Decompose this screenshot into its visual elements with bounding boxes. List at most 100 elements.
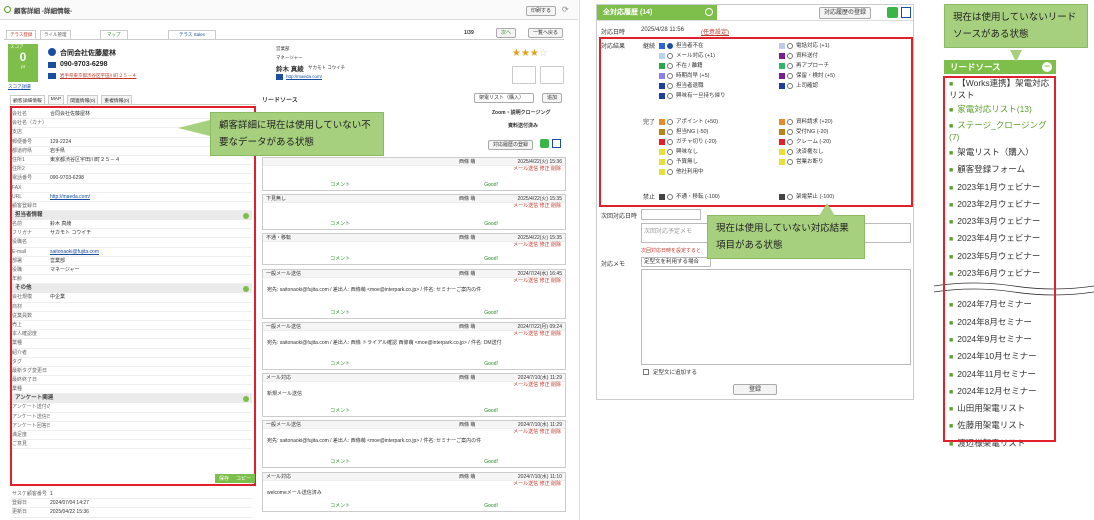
delete-link[interactable]: 削除	[551, 203, 561, 209]
delete-link[interactable]: 削除	[551, 278, 561, 284]
edit-link[interactable]: 修正	[540, 382, 550, 388]
mail-send-link[interactable]: メール送信	[513, 242, 538, 248]
delete-link[interactable]: 削除	[551, 429, 561, 435]
entry-title: 一般メール送信	[266, 324, 302, 330]
delete-link[interactable]: 削除	[551, 242, 561, 248]
gear-icon[interactable]	[705, 8, 713, 16]
app-tabs: テラス登録 ライル管理 マップ テラス Sales 1/39 次へ 一覧へ戻る	[4, 24, 564, 40]
good-button[interactable]: Good!	[484, 220, 498, 228]
edit-link[interactable]: 修正	[540, 166, 550, 172]
entry-body	[263, 210, 565, 214]
submit-button[interactable]: 登録	[733, 384, 777, 395]
print-button[interactable]: 印刷する	[526, 6, 557, 16]
entry-title: メール対応	[266, 375, 292, 381]
mail-send-link[interactable]: メール送信	[513, 203, 538, 209]
entry-footer: コメント Good!	[263, 181, 565, 189]
score-detail-link[interactable]: スコア詳細	[8, 84, 31, 90]
memo-textarea[interactable]	[641, 269, 911, 365]
pager: 1/39	[464, 30, 474, 36]
unused-leadsource-highlight	[943, 76, 1056, 442]
calendar-icon[interactable]	[552, 139, 561, 148]
address-link[interactable]: 岩手県東京都渋谷区宇田川町２５－４	[60, 73, 137, 79]
tab-terrace-sales[interactable]: テラス Sales	[168, 30, 216, 40]
tab-map[interactable]: マップ	[100, 30, 128, 40]
entry-header: 一般メール送信 西條 萌 2024/7/24(水) 16:45	[263, 270, 565, 278]
refresh-icon[interactable]: ⟳	[562, 5, 569, 14]
entry-actions: メール送信 修正 削除	[263, 429, 565, 436]
tab-terrace-register[interactable]: テラス登録	[6, 30, 37, 40]
date-custom-link[interactable]: (任意設定)	[701, 27, 729, 36]
history-register-button[interactable]: 対応履歴の登録	[819, 7, 872, 19]
subtab-detail[interactable]: 顧客詳細情報	[10, 95, 45, 104]
mail-send-link[interactable]: メール送信	[513, 278, 538, 284]
edit-link[interactable]: 修正	[540, 278, 550, 284]
entry-date: 2024/7/22(月) 09:24	[517, 324, 562, 330]
good-button[interactable]: Good!	[484, 458, 498, 466]
good-button[interactable]: Good!	[484, 502, 498, 510]
comment-button[interactable]: コメント	[330, 255, 350, 263]
subtab-duplicate[interactable]: 重複情報(0)	[101, 95, 133, 104]
edit-link[interactable]: 修正	[540, 429, 550, 435]
field-value[interactable]: 2025/04/22 15:36	[50, 508, 252, 516]
history-register-button[interactable]: 対応履歴の登録	[488, 140, 534, 150]
delete-link[interactable]: 削除	[551, 331, 561, 337]
lead-source-select[interactable]: 架電リスト（購入）	[474, 93, 534, 103]
comment-button[interactable]: コメント	[330, 407, 350, 415]
rating-stars[interactable]: ★★★☆	[512, 48, 548, 59]
edit-link[interactable]: 修正	[540, 331, 550, 337]
back-to-list-button[interactable]: 一覧へ戻る	[528, 28, 564, 38]
unused-result-highlight	[599, 37, 913, 207]
edit-link[interactable]: 修正	[540, 203, 550, 209]
entry-actions: メール送信 修正 削除	[263, 382, 565, 389]
minus-icon[interactable]: −	[1042, 62, 1052, 72]
template-select[interactable]: 定型文を利用する場合	[641, 257, 711, 267]
good-button[interactable]: Good!	[484, 309, 498, 317]
mail-send-link[interactable]: メール送信	[513, 382, 538, 388]
comment-button[interactable]: コメント	[330, 220, 350, 228]
good-button[interactable]: Good!	[484, 181, 498, 189]
add-lead-button[interactable]: 追加	[542, 93, 563, 103]
tab-file-manage[interactable]: ライル管理	[40, 30, 71, 40]
comment-button[interactable]: コメント	[330, 502, 350, 510]
delete-link[interactable]: 削除	[551, 382, 561, 388]
entry-title: 下見無し	[266, 196, 287, 202]
mail-send-link[interactable]: メール送信	[513, 481, 538, 487]
subtab-map[interactable]: MAP	[47, 95, 65, 104]
mail-send-link[interactable]: メール送信	[513, 429, 538, 435]
edit-link[interactable]: 修正	[540, 481, 550, 487]
save-button[interactable]: 保存	[215, 474, 234, 483]
edit-link[interactable]: 修正	[540, 242, 550, 248]
entry-header: 一般メール送信 西條 萌 2024/7/22(月) 09:24	[263, 323, 565, 331]
comment-button[interactable]: コメント	[330, 458, 350, 466]
field-label: 登録日	[12, 500, 28, 507]
append-checkbox[interactable]	[643, 369, 649, 375]
phone-icon[interactable]	[540, 139, 549, 148]
good-button[interactable]: Good!	[484, 360, 498, 368]
field-value[interactable]: 2024/07/04 14:27	[50, 499, 252, 507]
contact-name: 鈴木 真綾	[276, 66, 304, 73]
next-button[interactable]: 次へ	[496, 28, 517, 38]
calendar-icon[interactable]	[901, 7, 911, 18]
field-value[interactable]: 1	[50, 490, 252, 498]
mail-send-link[interactable]: メール送信	[513, 166, 538, 172]
field-label: 更新日	[12, 509, 28, 516]
comment-button[interactable]: コメント	[330, 181, 350, 189]
window-header: 顧客詳細 -詳細情報- 印刷する ⟳	[0, 0, 578, 20]
good-button[interactable]: Good!	[484, 255, 498, 263]
copy-button[interactable]: コピー	[232, 474, 256, 483]
good-button[interactable]: Good!	[484, 407, 498, 415]
comment-button[interactable]: コメント	[330, 309, 350, 317]
history-entry: 下見無し 西條 萌 2025/4/22(火) 15:35 メール送信 修正 削除コメン…	[262, 194, 566, 230]
phone-icon[interactable]	[887, 7, 898, 18]
comment-button[interactable]: コメント	[330, 360, 350, 368]
next-date-input[interactable]	[641, 209, 701, 220]
callout-pointer	[819, 203, 835, 216]
subtab-related[interactable]: 関連情報(0)	[67, 95, 99, 104]
delete-link[interactable]: 削除	[551, 481, 561, 487]
delete-link[interactable]: 削除	[551, 166, 561, 172]
mail-send-link[interactable]: メール送信	[513, 331, 538, 337]
callout-leadsource-text: 現在は使用していないリードソースがある状態	[953, 12, 1077, 40]
score-box: スコア 0 pt	[8, 44, 38, 82]
entry-header: 下見無し 西條 萌 2025/4/22(火) 15:35	[263, 195, 565, 203]
url-link[interactable]: http://maeda.com/	[286, 74, 322, 79]
